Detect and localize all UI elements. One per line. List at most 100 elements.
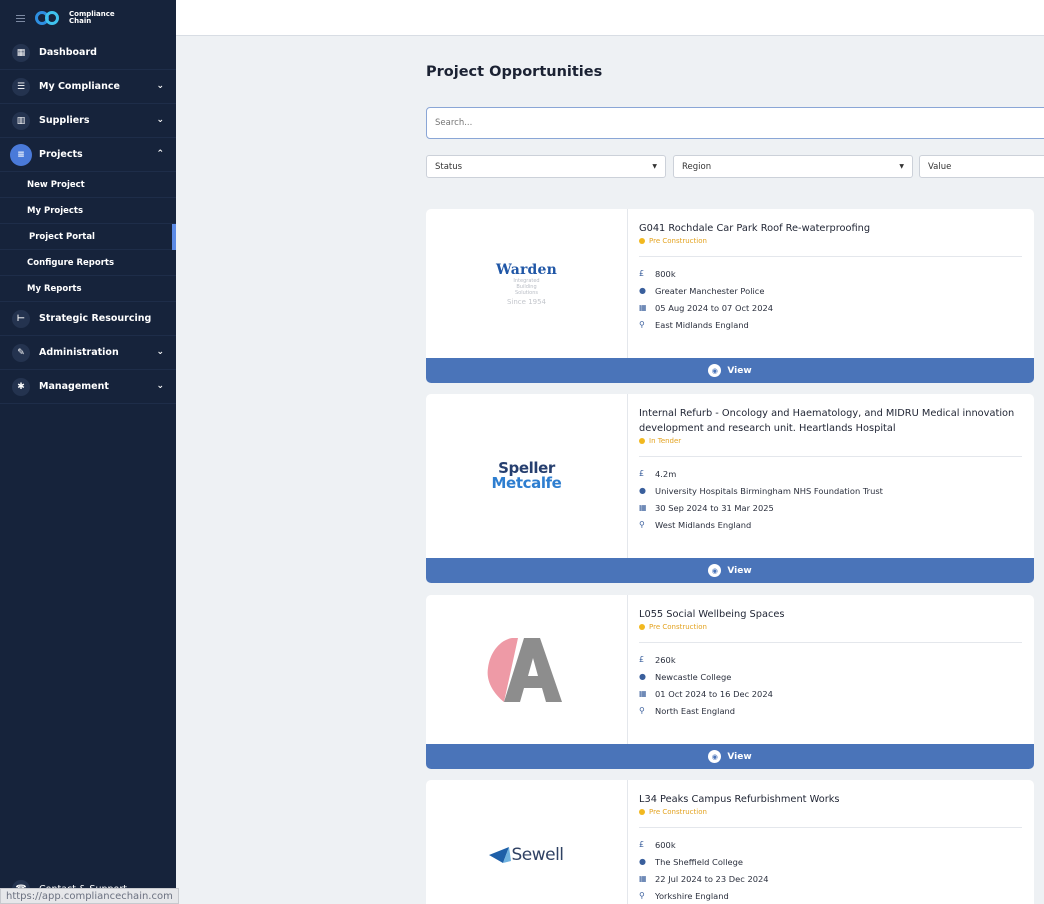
map-pin-icon: ⚲: [639, 320, 645, 329]
projects-icon: ≡: [10, 143, 32, 166]
divider: [639, 827, 1022, 828]
wrench-icon: ✎: [12, 343, 30, 362]
sidebar-subitem-my-projects[interactable]: My Projects: [0, 198, 176, 224]
view-button[interactable]: ◉ View: [426, 744, 1034, 769]
project-info: Internal Refurb - Oncology and Haematolo…: [639, 406, 1022, 533]
a-letter-logo: [487, 637, 562, 702]
project-dates: ▦ 01 Oct 2024 to 16 Dec 2024: [639, 688, 773, 699]
project-dates: ▦ 05 Aug 2024 to 07 Oct 2024: [639, 302, 774, 313]
company-logo: Speller Metcalfe: [426, 394, 628, 558]
sidebar-item-management[interactable]: ✱ Management ⌄: [0, 370, 176, 404]
project-stage: Pre Construction: [639, 623, 1022, 631]
project-client: ● University Hospitals Birmingham NHS Fou…: [639, 485, 883, 496]
sidebar-item-administration[interactable]: ✎ Administration ⌄: [0, 336, 176, 370]
chart-icon: ▥: [12, 111, 30, 130]
project-region: ⚲ Yorkshire England: [639, 890, 729, 901]
project-value: £260k: [639, 654, 676, 665]
sidebar-subitem-project-portal[interactable]: Project Portal: [0, 224, 176, 250]
value-filter-label: Value: [928, 161, 952, 172]
project-client: ● The Sheffield College: [639, 856, 743, 867]
chevron-down-icon: ⌄: [156, 115, 164, 125]
view-button[interactable]: ◉ View: [426, 358, 1034, 383]
project-region: ⚲ East Midlands England: [639, 319, 749, 330]
status-dot-icon: [639, 624, 645, 630]
project-region: ⚲ West Midlands England: [639, 519, 752, 530]
project-stage: Pre Construction: [639, 808, 1022, 816]
sidebar-item-label: Projects: [39, 149, 83, 160]
list-icon: ☰: [12, 77, 30, 96]
caret-down-icon: ▼: [652, 163, 657, 170]
sidebar-item-dashboard[interactable]: ▦ Dashboard: [0, 36, 176, 70]
project-region: ⚲ North East England: [639, 705, 736, 716]
status-filter[interactable]: Status ▼: [426, 155, 666, 178]
pound-icon: £: [639, 269, 645, 278]
project-card: Sewell L34 Peaks Campus Refurbishment Wo…: [426, 780, 1034, 904]
map-pin-icon: ⚲: [639, 520, 645, 529]
value-filter[interactable]: Value: [919, 155, 1044, 178]
company-logo: Warden Integrated Building Solutions Sin…: [426, 209, 628, 358]
project-dates: ▦ 30 Sep 2024 to 31 Mar 2025: [639, 502, 774, 513]
sidebar-subitem-my-reports[interactable]: My Reports: [0, 276, 176, 302]
branch-icon: ⊢: [12, 309, 30, 328]
status-bar-url: https://app.compliancechain.com: [0, 888, 179, 904]
sewell-logo: Sewell: [489, 845, 564, 865]
map-pin-icon: ⚲: [639, 891, 645, 900]
main-content: Project Opportunities Status ▼ Region ▼ …: [426, 36, 1044, 904]
calendar-icon: ▦: [639, 303, 647, 312]
divider: [639, 456, 1022, 457]
sidebar-item-label: Management: [39, 381, 109, 392]
divider: [639, 642, 1022, 643]
project-stage: In Tender: [639, 437, 1022, 445]
sidebar-item-label: Dashboard: [39, 47, 97, 58]
dashboard-icon: ▦: [12, 43, 30, 62]
compliance-chain-logo-icon[interactable]: [35, 11, 59, 25]
company-logo: [426, 595, 628, 744]
speller-metcalfe-logo: Speller Metcalfe: [491, 459, 562, 492]
eye-icon: ◉: [708, 750, 722, 763]
project-stage: Pre Construction: [639, 237, 1022, 245]
user-icon: ●: [639, 857, 646, 866]
brand-header: Compliance Chain: [0, 0, 176, 36]
project-info: L055 Social Wellbeing Spaces Pre Constru…: [639, 607, 1022, 719]
menu-toggle-icon[interactable]: [16, 14, 25, 22]
sidebar-subitem-new-project[interactable]: New Project: [0, 172, 176, 198]
region-filter-label: Region: [682, 161, 712, 172]
view-button[interactable]: ◉ View: [426, 558, 1034, 583]
project-title: Internal Refurb - Oncology and Haematolo…: [639, 408, 1015, 434]
sidebar-item-suppliers[interactable]: ▥ Suppliers ⌄: [0, 104, 176, 138]
region-filter[interactable]: Region ▼: [673, 155, 913, 178]
project-card: L055 Social Wellbeing Spaces Pre Constru…: [426, 595, 1034, 769]
sidebar-item-label: Strategic Resourcing: [39, 313, 152, 324]
project-value: £800k: [639, 268, 676, 279]
eye-icon: ◉: [708, 364, 722, 377]
calendar-icon: ▦: [639, 689, 647, 698]
search-input[interactable]: [426, 107, 1044, 139]
project-value: £4.2m: [639, 468, 677, 479]
company-logo: Sewell: [426, 780, 628, 904]
chevron-up-icon: ⌃: [156, 149, 164, 159]
top-header: [176, 0, 1044, 36]
pound-icon: £: [639, 469, 645, 478]
user-icon: ●: [639, 486, 646, 495]
project-title: G041 Rochdale Car Park Roof Re-waterproo…: [639, 223, 871, 234]
brand-name[interactable]: Compliance Chain: [69, 11, 115, 25]
caret-down-icon: ▼: [899, 163, 904, 170]
status-dot-icon: [639, 438, 645, 444]
chevron-down-icon: ⌄: [156, 81, 164, 91]
sidebar-subitem-configure-reports[interactable]: Configure Reports: [0, 250, 176, 276]
pound-icon: £: [639, 840, 645, 849]
project-client: ● Greater Manchester Police: [639, 285, 765, 296]
calendar-icon: ▦: [639, 503, 647, 512]
project-card: Speller Metcalfe Internal Refurb - Oncol…: [426, 394, 1034, 583]
status-dot-icon: [639, 238, 645, 244]
sidebar-item-my-compliance[interactable]: ☰ My Compliance ⌄: [0, 70, 176, 104]
sewell-mark-icon: [489, 846, 512, 863]
project-client: ● Newcastle College: [639, 671, 732, 682]
sidebar-item-strategic-resourcing[interactable]: ⊢ Strategic Resourcing: [0, 302, 176, 336]
project-info: G041 Rochdale Car Park Roof Re-waterproo…: [639, 221, 1022, 333]
gear-icon: ✱: [12, 377, 30, 396]
sidebar-item-projects[interactable]: ≡ Projects ⌃: [0, 138, 176, 172]
chevron-down-icon: ⌄: [156, 347, 164, 357]
sidebar-item-label: Suppliers: [39, 115, 90, 126]
user-icon: ●: [639, 286, 646, 295]
